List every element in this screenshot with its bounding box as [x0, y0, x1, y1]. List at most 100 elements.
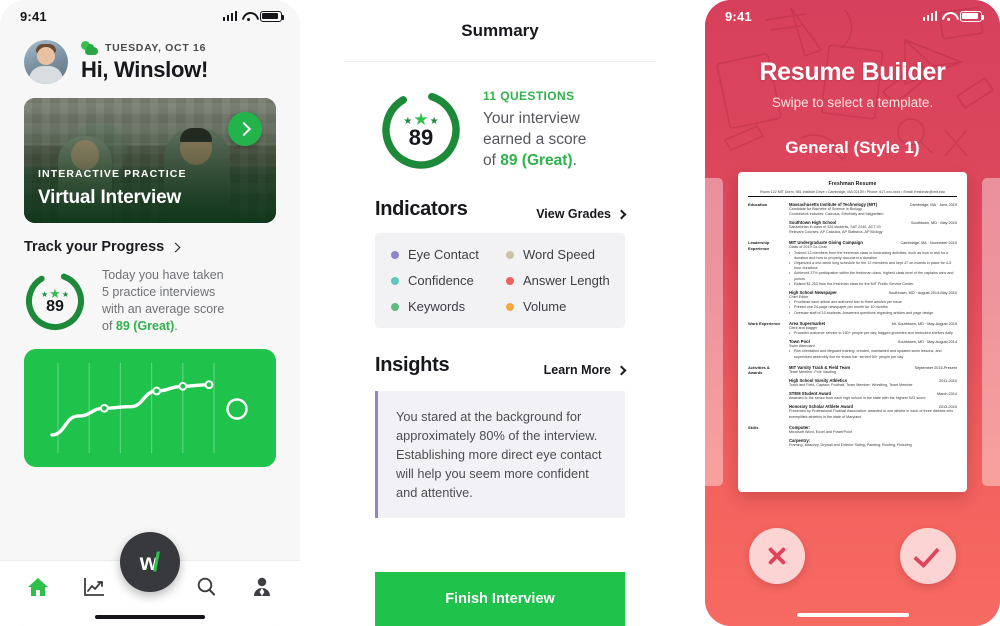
indicator-item[interactable]: Confidence — [391, 273, 506, 288]
progress-line-4: of 89 (Great). — [102, 319, 178, 333]
resume-section-label: Skills — [748, 424, 759, 430]
indicators-header: Indicators View Grades — [375, 198, 627, 221]
view-grades-link[interactable]: View Grades — [536, 207, 627, 221]
resume-entry-bullet: Achieved 37% participation within the fr… — [789, 271, 957, 281]
finish-interview-label: Finish Interview — [445, 591, 555, 607]
resume-entry-bullet: Provided customer service to 150+ people… — [789, 331, 957, 336]
score-highlight: 89 (Great) — [500, 152, 573, 169]
status-bar: 9:41 — [0, 0, 300, 32]
close-x-icon — [766, 545, 788, 567]
resume-section-body: Computer: Microsoft Word, Excel and Power… — [789, 425, 957, 448]
chevron-right-icon — [616, 365, 627, 375]
avatar[interactable] — [24, 40, 68, 84]
battery-icon — [960, 10, 984, 22]
accept-template-button[interactable] — [900, 528, 956, 584]
score-text-block: 11 QUESTIONS Your interview earned a sco… — [483, 89, 586, 171]
score-value: 89 — [46, 298, 64, 315]
status-indicators — [922, 10, 984, 22]
play-button[interactable] — [228, 112, 262, 146]
resume-name: Freshman Resume — [828, 181, 877, 187]
virtual-interview-card[interactable]: INTERACTIVE PRACTICE Virtual Interview — [24, 98, 276, 223]
indicator-dot-icon — [391, 250, 399, 259]
finish-interview-button[interactable]: Finish Interview — [375, 572, 625, 626]
resume-section-label: Work Experience — [748, 320, 781, 326]
progress-line-2: 5 practice interviews — [102, 285, 216, 299]
indicator-label: Eye Contact — [408, 247, 479, 262]
score-value: 89 — [408, 124, 434, 150]
summary-header: Summary — [345, 0, 655, 62]
indicator-label: Answer Length — [523, 273, 610, 288]
indicator-item[interactable]: Keywords — [391, 299, 506, 314]
indicator-label: Confidence — [408, 273, 474, 288]
resume-entry-meta: 2011-2015 — [939, 379, 957, 384]
progress-score-highlight: 89 (Great) — [115, 319, 175, 333]
resume-section-body: Massachusetts Institute of Technology (M… — [789, 202, 957, 236]
status-bar: 9:41 — [705, 0, 1000, 32]
resume-entry-detail: Presented by Professional Football Assoc… — [789, 409, 954, 419]
template-card-next[interactable] — [982, 178, 1000, 486]
resume-entry-bullet: Raised $1,253 from the freshman class fo… — [789, 282, 957, 287]
indicators-list: Eye Contact Word Speed Confidence Answer Le… — [375, 233, 625, 328]
hero-kicker: INTERACTIVE PRACTICE — [38, 168, 187, 180]
insights-header: Insights Learn More — [375, 354, 627, 377]
template-carousel[interactable]: Freshman Resume Room 122 MIT Dorm, 981 I… — [705, 172, 1000, 492]
sidebar-item-search[interactable] — [193, 574, 219, 600]
page-title: Resume Builder — [759, 58, 946, 86]
learn-more-label: Learn More — [543, 363, 611, 377]
resume-entry-bullet: Trained 12 members from the freshman cla… — [789, 251, 957, 261]
chevron-right-icon — [616, 209, 627, 219]
indicator-dot-icon — [506, 302, 514, 311]
resume-divider — [748, 196, 957, 197]
track-progress-label: Track your Progress — [24, 239, 165, 255]
greeting-header: TUESDAY, OCT 16 Hi, Winslow! — [0, 32, 300, 84]
indicator-item[interactable]: Volume — [506, 299, 621, 314]
indicator-item[interactable]: Answer Length — [506, 273, 621, 288]
status-time: 9:41 — [725, 8, 752, 24]
home-indicator — [796, 613, 909, 617]
reject-template-button[interactable] — [749, 528, 805, 584]
progress-line-3: with an average score — [102, 302, 225, 316]
resume-section: Skills Computer: Microsoft Word, Excel and… — [748, 425, 957, 448]
resume-entry-header: Massachusetts Institute of Technology (M… — [789, 202, 957, 207]
resume-section-label: Education — [748, 201, 768, 207]
track-progress-link[interactable]: Track your Progress — [24, 239, 276, 255]
indicators-title: Indicators — [375, 198, 468, 220]
template-card-previous[interactable] — [705, 178, 723, 486]
resume-entry-meta: Southtown, MD · May-August 2014 — [897, 340, 957, 345]
indicator-label: Keywords — [408, 299, 466, 314]
page-subtitle: Swipe to select a template. — [771, 95, 934, 110]
chevron-right-icon — [170, 242, 181, 252]
sidebar-item-profile[interactable] — [249, 574, 275, 600]
score-ring-large: ★ ★ ★ 89 — [379, 88, 463, 172]
score-line-3: of 89 (Great). — [483, 152, 577, 169]
resume-entry-meta: Southtown, MD · August 2014-May 2015 — [888, 291, 957, 296]
score-line-1: Your interview — [483, 110, 580, 127]
insight-text: You stared at the background for approxi… — [375, 391, 625, 518]
indicator-item[interactable]: Word Speed — [506, 247, 621, 262]
resume-entry-meta: March 2014 — [936, 392, 957, 397]
progress-chart[interactable] — [24, 349, 276, 467]
sidebar-item-home[interactable] — [25, 574, 51, 600]
record-button[interactable]: w / — [120, 532, 180, 592]
score-description: Your interview earned a score of 89 (Gre… — [483, 108, 586, 171]
progress-summary: ★ ★ ★ 89 Today you have taken 5 practice i… — [24, 267, 276, 335]
score-ring-small: ★ ★ ★ 89 — [24, 270, 86, 332]
signal-icon — [922, 11, 937, 21]
indicator-item[interactable]: Eye Contact — [391, 247, 506, 262]
resume-entry-bullet: Ran orientation and lifeguard training, … — [789, 349, 957, 359]
indicator-dot-icon — [391, 276, 399, 285]
page-title: Summary — [461, 20, 539, 40]
wifi-icon — [242, 11, 255, 22]
greeting-text: Hi, Winslow! — [81, 57, 208, 82]
sidebar-item-stats[interactable] — [81, 574, 107, 600]
resume-entry-meta: Cambridge, MA · November 2015 — [900, 241, 957, 246]
learn-more-link[interactable]: Learn More — [543, 363, 627, 377]
resume-entry-bullet: Oversaw staff of 15 students. Answered q… — [789, 311, 957, 316]
resume-section: Education Massachusetts Institute of Tech… — [748, 202, 957, 236]
resume-preview-card[interactable]: Freshman Resume Room 122 MIT Dorm, 981 I… — [738, 172, 967, 492]
indicator-label: Word Speed — [523, 247, 596, 262]
resume-section-body: MIT Varsity Track & Field Team September … — [789, 365, 957, 420]
template-actions — [705, 528, 1000, 584]
resume-entry-bullet: Organized a one-week long schedule for t… — [789, 261, 957, 271]
indicator-dot-icon — [391, 302, 399, 311]
